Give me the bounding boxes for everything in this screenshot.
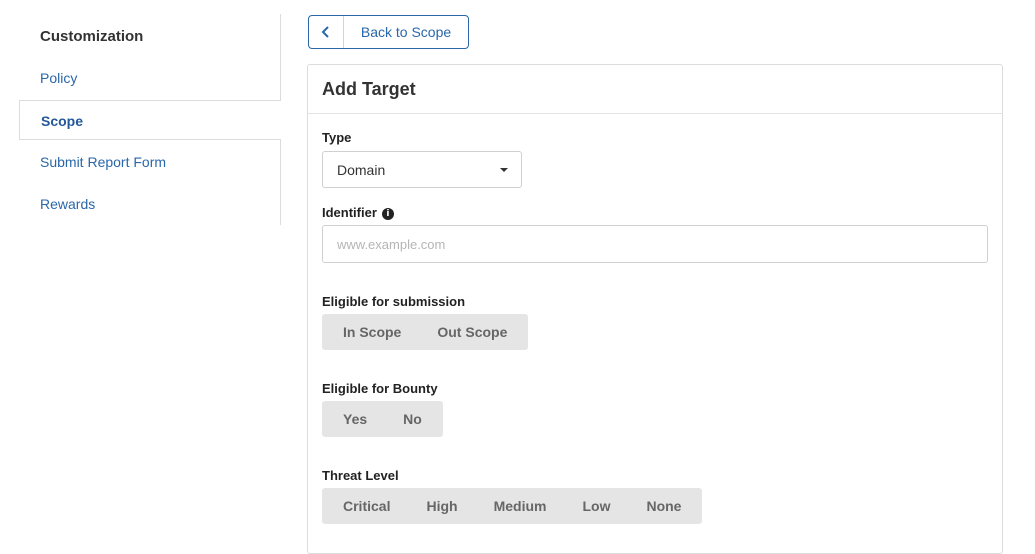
add-target-panel: Add Target Type Domain Identifier i Eligi… [307,64,1003,554]
eligible-submission-label: Eligible for submission [322,294,466,309]
eligible-submission-toggle[interactable]: In Scope Out Scope [322,314,529,350]
option-low[interactable]: Low [564,488,628,524]
type-select[interactable]: Domain [322,151,522,188]
option-critical[interactable]: Critical [325,488,408,524]
sidebar-nav: Customization Policy Scope Submit Report… [19,14,281,225]
type-label: Type [322,130,352,145]
option-medium[interactable]: Medium [476,488,565,524]
identifier-input[interactable] [322,225,988,263]
option-none[interactable]: None [628,488,699,524]
back-button-label: Back to Scope [360,24,452,40]
eligible-bounty-label: Eligible for Bounty [322,381,438,396]
eligible-bounty-toggle[interactable]: Yes No [322,401,443,437]
sidebar-item-submit-report-form[interactable]: Submit Report Form [19,142,279,182]
option-out-scope[interactable]: Out Scope [419,314,525,350]
sidebar-item-policy[interactable]: Policy [19,58,279,98]
threat-level-label: Threat Level [322,468,399,483]
chevron-left-icon [309,16,344,48]
option-high[interactable]: High [408,488,475,524]
option-in-scope[interactable]: In Scope [325,314,419,350]
info-icon[interactable]: i [381,207,394,220]
option-no[interactable]: No [385,401,440,437]
panel-title: Add Target [308,65,1002,114]
identifier-label-text: Identifier [322,205,377,220]
sidebar-item-rewards[interactable]: Rewards [19,184,279,224]
identifier-label: Identifier i [322,205,394,220]
option-yes[interactable]: Yes [325,401,385,437]
back-to-scope-button[interactable]: Back to Scope [308,15,469,49]
sidebar-title: Customization [40,28,144,45]
caret-down-icon [500,168,508,172]
type-select-value: Domain [337,161,386,178]
sidebar-item-scope[interactable]: Scope [19,100,281,140]
threat-level-toggle[interactable]: Critical High Medium Low None [322,488,703,524]
